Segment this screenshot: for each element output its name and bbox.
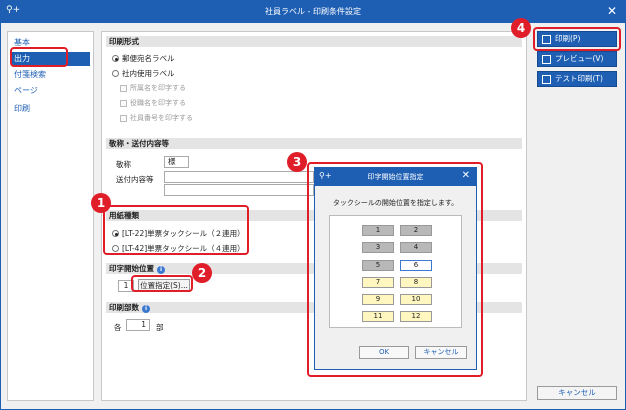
- sidebar-item-print[interactable]: 印刷: [12, 102, 90, 116]
- copies-suffix: 部: [156, 323, 164, 332]
- sidebar-item-sticky-search[interactable]: 付箋検索: [12, 68, 90, 82]
- checkbox[interactable]: [120, 99, 127, 107]
- window-title: 社員ラベル - 印刷条件設定: [265, 7, 361, 16]
- preview-icon: [542, 54, 551, 64]
- info-icon: i: [142, 305, 150, 313]
- close-icon[interactable]: ✕: [607, 4, 617, 18]
- honorific-input[interactable]: 様: [164, 156, 189, 168]
- radio-mail-label[interactable]: 郵便宛名ラベル: [112, 53, 175, 64]
- step-badge-1: 1: [91, 193, 111, 213]
- preview-button[interactable]: プレビュー(V): [537, 51, 617, 67]
- highlight-output: [10, 47, 68, 67]
- step-badge-3: 3: [287, 152, 307, 172]
- checkbox-print-dept[interactable]: 所属名を印字する: [120, 83, 186, 93]
- highlight-dialog: [307, 162, 483, 377]
- honorific-label: 敬称: [116, 160, 131, 169]
- radio-button-checked[interactable]: [112, 55, 119, 62]
- step-badge-2: 2: [192, 263, 212, 283]
- checkbox[interactable]: [120, 84, 127, 92]
- radio-button[interactable]: [112, 70, 119, 77]
- sidebar: 基本 出力 付箋検索 ページ 印刷: [7, 31, 94, 401]
- checkbox-print-employee-no[interactable]: 社員番号を印字する: [120, 113, 193, 123]
- main-window: ⚲+ 社員ラベル - 印刷条件設定 ✕ 基本 出力 付箋検索 ページ 印刷 印刷…: [0, 0, 626, 410]
- copies-input[interactable]: 1: [126, 319, 150, 331]
- send-content-input-1[interactable]: [164, 171, 314, 183]
- info-icon: i: [157, 266, 165, 274]
- checkbox[interactable]: [120, 114, 127, 122]
- send-content-input-2[interactable]: [164, 184, 314, 196]
- highlight-position-button: [131, 275, 193, 292]
- test-print-button[interactable]: テスト印刷(T): [537, 71, 617, 87]
- section-honorific: 敬称・送付内容等: [106, 138, 522, 149]
- test-print-icon: [542, 74, 551, 84]
- step-badge-4: 4: [511, 18, 531, 38]
- radio-internal-label[interactable]: 社内使用ラベル: [112, 68, 175, 79]
- title-bar: ⚲+ 社員ラベル - 印刷条件設定 ✕: [1, 1, 625, 23]
- sidebar-item-page[interactable]: ページ: [12, 84, 90, 98]
- highlight-paper-type: [103, 205, 249, 255]
- send-content-label: 送付内容等: [116, 175, 154, 184]
- highlight-print-button: [533, 27, 621, 51]
- checkbox-print-title[interactable]: 役職名を印字する: [120, 98, 186, 108]
- cancel-button[interactable]: キャンセル: [537, 386, 617, 400]
- section-print-format: 印刷形式: [106, 36, 522, 47]
- copies-prefix: 各: [114, 323, 122, 332]
